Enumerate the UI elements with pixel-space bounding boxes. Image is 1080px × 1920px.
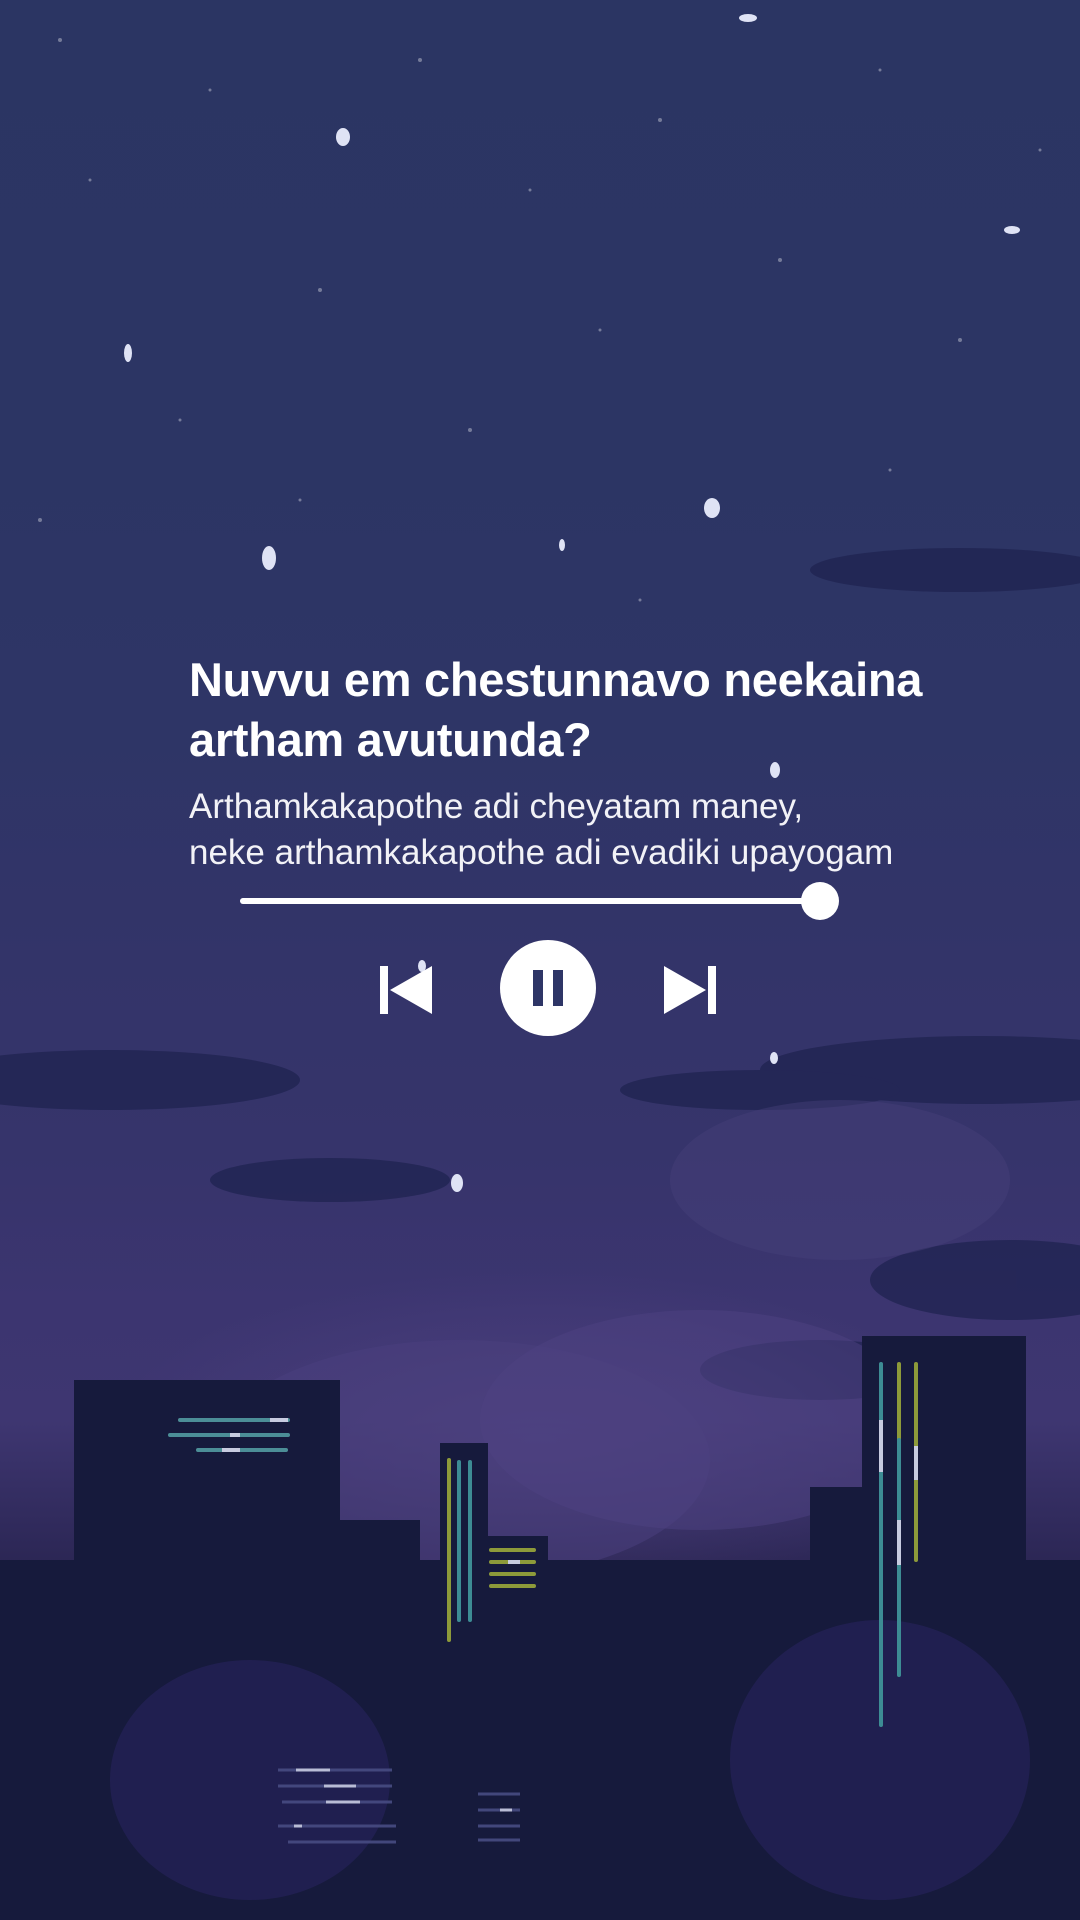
seek-bar-thumb[interactable] xyxy=(801,882,840,920)
next-track-button[interactable]: skip-next-icon xyxy=(642,942,738,1038)
pause-icon xyxy=(533,970,563,1006)
lyric-line: neke arthamkakapothe adi evadiki upayoga… xyxy=(189,833,894,872)
seek-bar[interactable] xyxy=(240,882,840,920)
previous-track-button[interactable]: skip-previous-icon xyxy=(358,942,454,1038)
seek-bar-progress xyxy=(240,898,821,904)
now-playing-info: Nuvvu em chestunnavo neekaina artham avu… xyxy=(189,650,989,876)
skip-previous-icon xyxy=(380,966,432,1014)
pause-button[interactable]: pause-icon xyxy=(500,940,596,1036)
tiny-stars xyxy=(38,38,1042,602)
song-lyrics: Arthamkakapothe adi cheyatam maney, neke… xyxy=(189,784,989,876)
lyric-line: Arthamkakapothe adi cheyatam maney, xyxy=(189,787,804,826)
song-title: Nuvvu em chestunnavo neekaina artham avu… xyxy=(189,653,923,766)
music-player-screen: Nuvvu em chestunnavo neekaina artham avu… xyxy=(0,0,1080,1920)
skip-next-icon xyxy=(664,966,716,1014)
playback-controls: skip-previous-icon pause-icon skip-next-… xyxy=(0,940,1080,1040)
